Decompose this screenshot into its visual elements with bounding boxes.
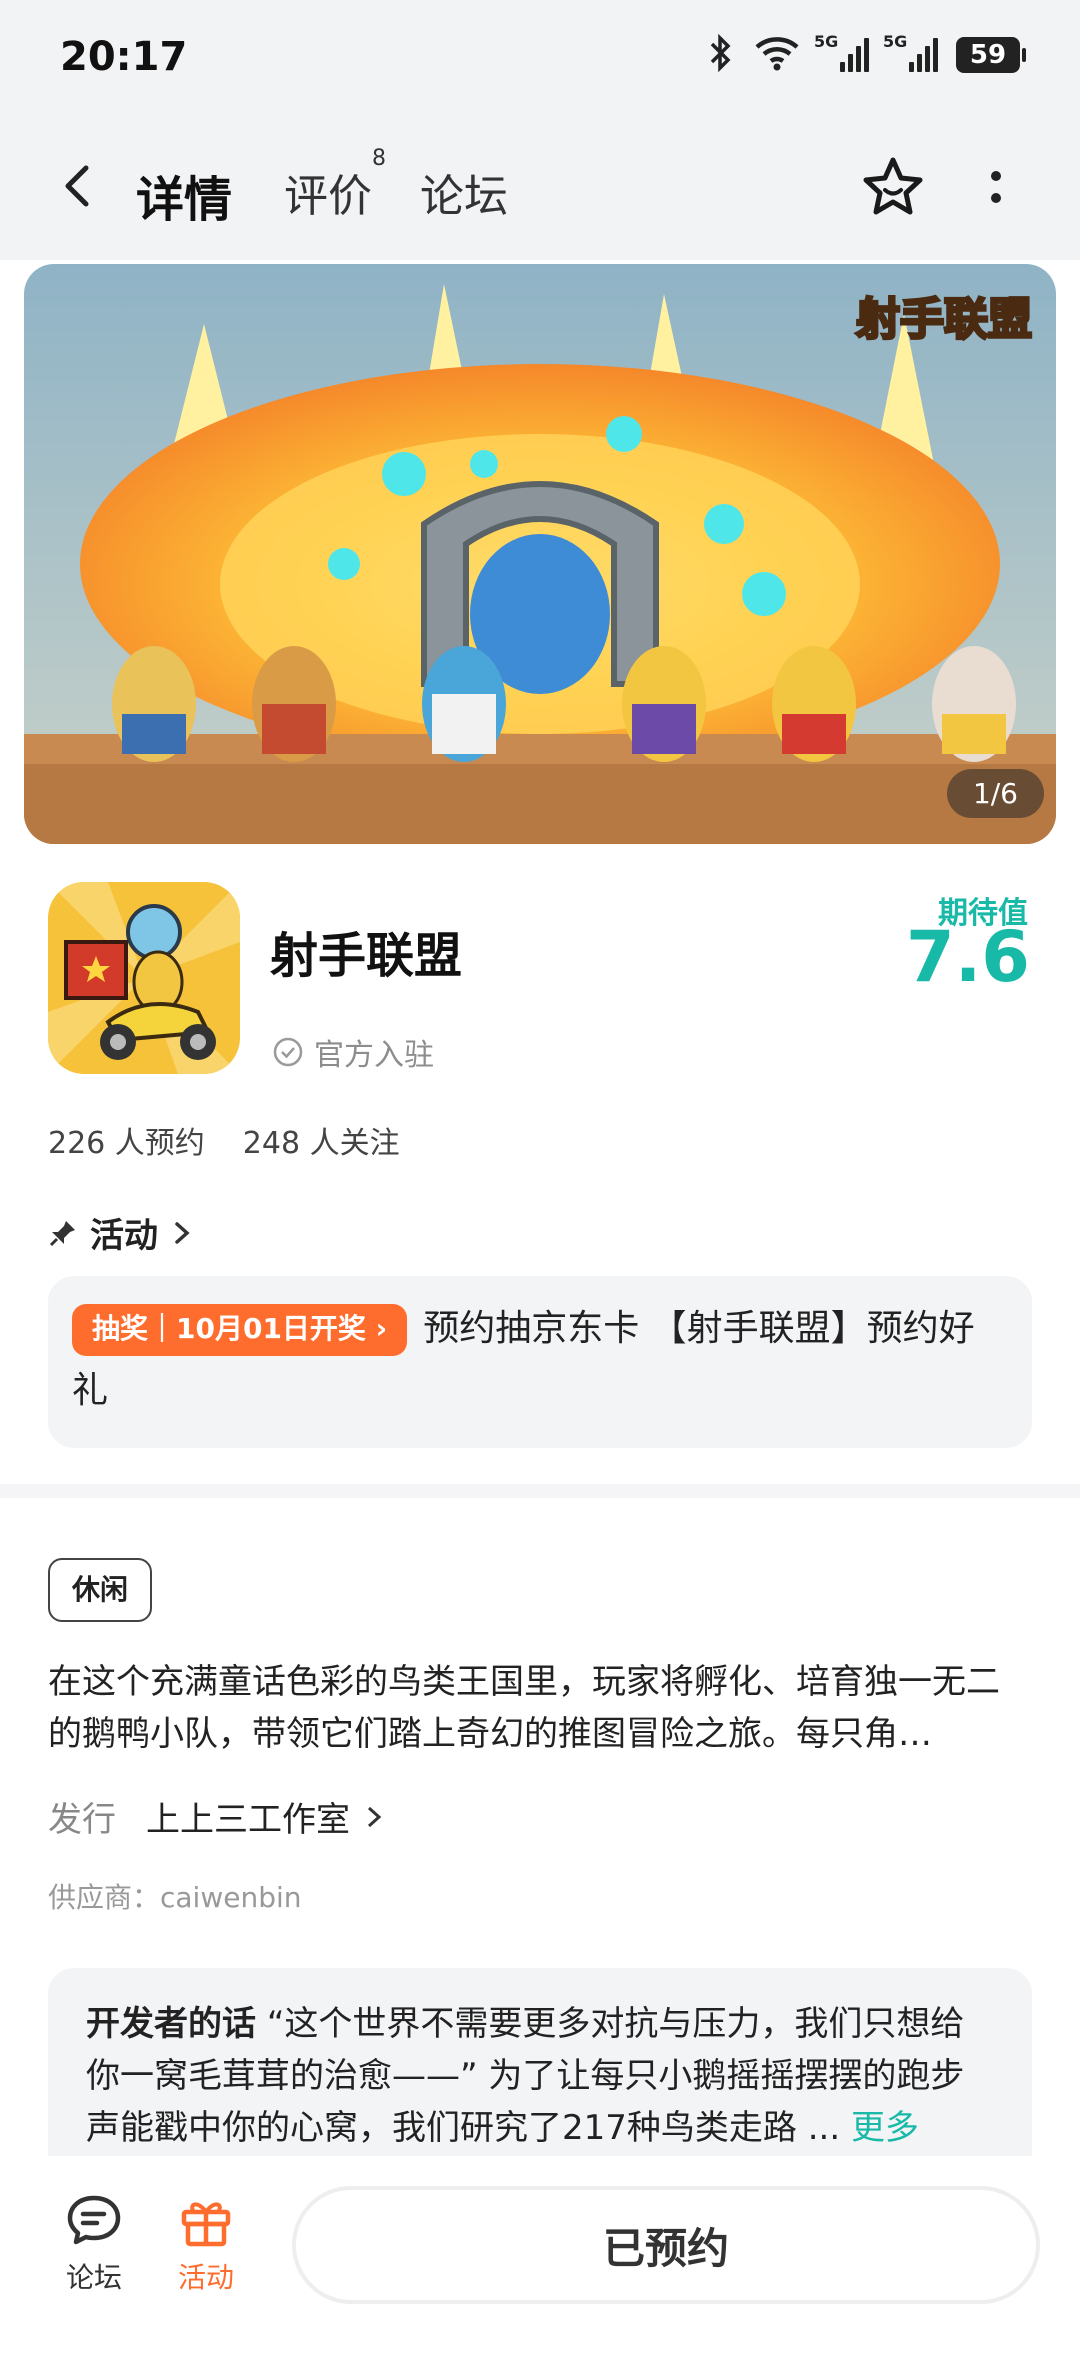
status-bar: 20:17 5G 5G 59 bbox=[0, 0, 1080, 120]
check-circle-icon bbox=[273, 1037, 303, 1067]
expect-score-value: 7.6 bbox=[905, 916, 1030, 998]
more-link[interactable]: 更多 bbox=[851, 2108, 919, 2148]
status-time: 20:17 bbox=[60, 34, 188, 80]
game-stats: 226 人预约 248 人关注 bbox=[48, 1118, 400, 1162]
chevron-right-icon bbox=[367, 1806, 382, 1827]
back-button[interactable] bbox=[50, 156, 110, 216]
tab-detail[interactable]: 详情 bbox=[130, 160, 239, 230]
official-badge: 官方入驻 bbox=[272, 1030, 434, 1074]
bottom-forum-button[interactable]: 论坛 bbox=[44, 2192, 144, 2296]
wifi-icon bbox=[754, 35, 800, 75]
activity-section-header[interactable]: 活动 bbox=[48, 1208, 194, 1257]
bottom-activity-button[interactable]: 活动 bbox=[156, 2192, 256, 2296]
publisher-row[interactable]: 发行 上上三工作室 bbox=[48, 1792, 384, 1841]
tab-review[interactable]: 评价 8 bbox=[284, 146, 386, 224]
supplier-info: 供应商：caiwenbin bbox=[48, 1881, 302, 1914]
cellular-signal-icon: 5G bbox=[814, 32, 869, 72]
battery-icon: 59 bbox=[956, 37, 1026, 73]
gift-icon bbox=[181, 2202, 231, 2247]
top-nav: 详情 评价 8 论坛 bbox=[0, 120, 1080, 260]
chevron-right-icon bbox=[175, 1221, 190, 1244]
activity-card[interactable]: 抽奖｜10月01日开奖 › 预约抽京东卡 【射手联盟】预约好礼 bbox=[48, 1276, 1032, 1448]
publisher-label: 发行 bbox=[48, 1800, 116, 1840]
screenshot-carousel[interactable]: 射手联盟 1/6 bbox=[24, 264, 1056, 844]
banner-title-art: 射手联盟 bbox=[856, 294, 1032, 345]
favorite-button[interactable] bbox=[858, 152, 928, 222]
star-icon bbox=[863, 157, 923, 215]
developer-note-label: 开发者的话 bbox=[86, 2004, 256, 2044]
reservation-count: 226 人预约 bbox=[48, 1126, 205, 1161]
cellular-signal-icon-2: 5G bbox=[883, 32, 938, 72]
game-banner-image: 射手联盟 bbox=[24, 264, 1056, 844]
status-icons: 5G 5G 59 bbox=[706, 32, 1026, 76]
lottery-tag: 抽奖｜10月01日开奖 › bbox=[72, 1304, 408, 1356]
bottom-forum-label: 论坛 bbox=[65, 2261, 122, 2294]
more-options-button[interactable] bbox=[976, 152, 1016, 222]
review-count-badge: 8 bbox=[372, 146, 386, 171]
carousel-counter: 1/6 bbox=[946, 769, 1044, 818]
bluetooth-icon bbox=[706, 33, 736, 76]
game-description[interactable]: 在这个充满童话色彩的鸟类王国里，玩家将孵化、培育独一无二的鹅鸭小队，带领它们踏上… bbox=[48, 1656, 1032, 1760]
follower-count: 248 人关注 bbox=[242, 1126, 400, 1161]
section-divider bbox=[0, 1484, 1080, 1498]
genre-tag[interactable]: 休闲 bbox=[48, 1558, 153, 1622]
bottom-action-bar: 论坛 活动 已预约 bbox=[0, 2156, 1080, 2376]
developer-note-card[interactable]: 开发者的话 “这个世界不需要更多对抗与压力，我们只想给你一窝毛茸茸的治愈——” … bbox=[48, 1968, 1032, 2168]
chevron-left-icon bbox=[65, 165, 89, 207]
reserved-button[interactable]: 已预约 bbox=[292, 2186, 1040, 2304]
game-app-icon-image bbox=[48, 882, 240, 1074]
pin-icon bbox=[49, 1220, 75, 1246]
bottom-activity-label: 活动 bbox=[177, 2261, 234, 2294]
tab-forum[interactable]: 论坛 bbox=[420, 160, 508, 224]
forum-chat-icon bbox=[67, 2195, 121, 2245]
tab-review-label: 评价 bbox=[284, 171, 372, 222]
more-dot-icon bbox=[991, 171, 1001, 181]
more-dot-icon bbox=[991, 193, 1001, 203]
game-icon bbox=[48, 882, 240, 1074]
official-label: 官方入驻 bbox=[314, 1038, 434, 1073]
activity-heading: 活动 bbox=[90, 1216, 158, 1256]
tab-forum-label: 论坛 bbox=[420, 171, 508, 222]
game-title: 射手联盟 bbox=[270, 928, 463, 984]
tab-detail-label: 详情 bbox=[136, 172, 233, 228]
publisher-name: 上上三工作室 bbox=[146, 1792, 384, 1841]
